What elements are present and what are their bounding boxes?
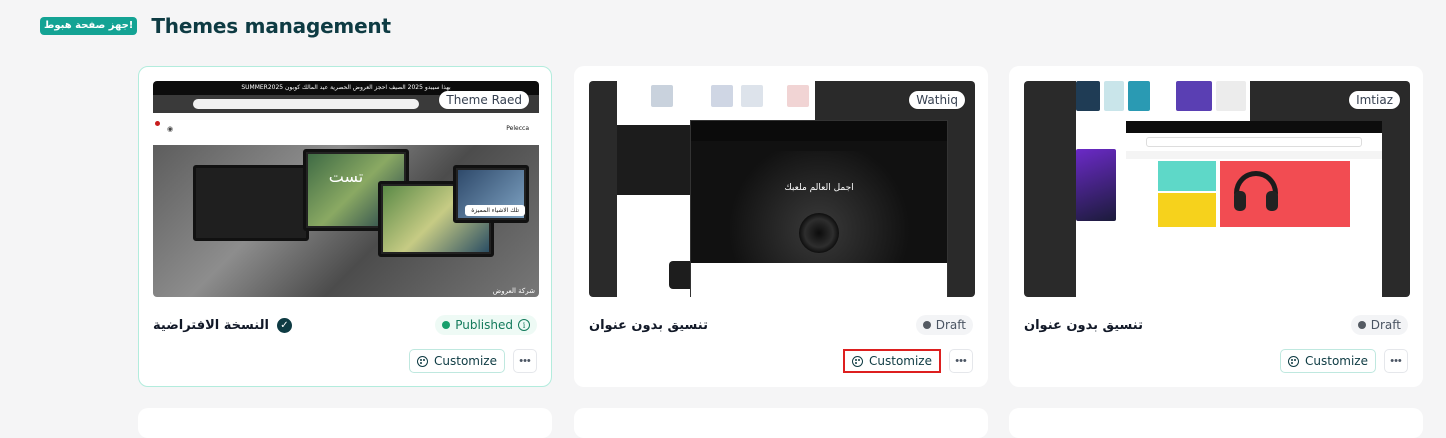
product-thumb (1128, 81, 1150, 111)
page-header: جهز صفحة هبوط! Themes management (40, 14, 391, 38)
preview-search-field (1146, 137, 1362, 147)
theme-preview[interactable]: Imtiaz (1024, 81, 1410, 297)
theme-card-next-row[interactable] (1009, 408, 1423, 438)
status-badge: Draft (915, 315, 973, 335)
promo-tile (1158, 193, 1216, 227)
theme-preview[interactable]: اجمل العالم ملعبك Wathiq (589, 81, 975, 297)
preview-product-strip (617, 81, 815, 125)
theme-version-label: النسخة الافتراضية (153, 317, 269, 333)
theme-version-name: تنسيق بدون عنوان (1024, 318, 1143, 333)
status-badge: Draft (1350, 315, 1408, 335)
preview-foreground-page (1126, 121, 1382, 297)
product-thumb (1176, 81, 1212, 111)
status-label: Published (455, 318, 513, 332)
preview-brand: Pelecca (506, 125, 529, 132)
product-thumb (1104, 81, 1124, 111)
status-dot (442, 321, 451, 329)
check-circle-icon: ✓ (276, 317, 292, 333)
product-thumb (787, 85, 809, 107)
preview-hero-title: اجمل العالم ملعبك (784, 183, 854, 193)
theme-name-tag: Imtiaz (1349, 91, 1400, 109)
lens-image (799, 213, 839, 253)
promo-tile (1158, 161, 1216, 191)
preview-foreground-page: اجمل العالم ملعبك (691, 121, 947, 297)
status-dot (922, 321, 931, 329)
product-thumb (1076, 149, 1116, 221)
status-dot (1357, 321, 1366, 329)
page-title: Themes management (151, 14, 391, 38)
customize-label: Customize (434, 354, 497, 368)
preview-features (691, 263, 947, 297)
theme-version-name: تنسيق بدون عنوان (589, 318, 708, 333)
landing-page-badge[interactable]: جهز صفحة هبوط! (40, 17, 138, 35)
customize-button[interactable]: Customize (1280, 349, 1376, 373)
preview-header (691, 121, 947, 141)
palette-icon (852, 355, 863, 367)
preview-hero-button: تلك الاشياء المميزة (465, 205, 525, 216)
theme-card-next-row[interactable] (574, 408, 988, 438)
preview-topbar (1126, 121, 1382, 133)
theme-name-tag: Theme Raed (439, 91, 529, 109)
theme-card-next-row[interactable] (138, 408, 552, 438)
preview-hero-caption: شركة العروض (492, 287, 535, 295)
preview-search-field (193, 99, 419, 109)
customize-label: Customize (1305, 354, 1368, 368)
theme-preview[interactable]: SUMMER2025 بهذا سيبدو 2025 الصيف احجز ال… (153, 81, 539, 297)
notification-dot-icon (155, 121, 160, 126)
customize-button[interactable]: Customize (843, 349, 941, 373)
theme-card-imtiaz[interactable]: Imtiaz تنسيق بدون عنوان Draft Customize … (1009, 66, 1423, 387)
palette-icon (417, 355, 428, 367)
theme-card-theme-raed[interactable]: SUMMER2025 بهذا سيبدو 2025 الصيف احجز ال… (138, 66, 552, 387)
theme-version-label: تنسيق بدون عنوان (589, 317, 708, 333)
preview-navbar: Pelecca ◉ (153, 113, 539, 145)
theme-version-name: ✓ النسخة الافتراضية (153, 317, 292, 333)
more-options-button[interactable]: ••• (1384, 349, 1408, 373)
status-badge: Published i (435, 315, 537, 335)
headphones-image (1234, 191, 1246, 211)
more-options-button[interactable]: ••• (949, 349, 973, 373)
customize-button[interactable]: Customize (409, 349, 505, 373)
eye-icon: ◉ (167, 125, 174, 133)
product-thumb (741, 85, 763, 107)
info-icon[interactable]: i (518, 319, 530, 331)
theme-name-tag: Wathiq (909, 91, 965, 109)
product-thumb (1076, 81, 1100, 111)
theme-version-label: تنسيق بدون عنوان (1024, 317, 1143, 333)
status-label: Draft (935, 318, 966, 332)
product-thumb (711, 85, 733, 107)
preview-hero-title: تست (328, 167, 364, 186)
customize-label: Customize (869, 354, 932, 368)
palette-icon (1288, 355, 1299, 367)
more-options-button[interactable]: ••• (513, 349, 537, 373)
product-thumb (651, 85, 673, 107)
theme-card-wathiq[interactable]: اجمل العالم ملعبك Wathiq تنسيق بدون عنوا… (574, 66, 988, 387)
product-thumb (1216, 81, 1246, 111)
status-label: Draft (1370, 318, 1401, 332)
headphones-image (1266, 191, 1278, 211)
preview-menu (1126, 151, 1382, 159)
